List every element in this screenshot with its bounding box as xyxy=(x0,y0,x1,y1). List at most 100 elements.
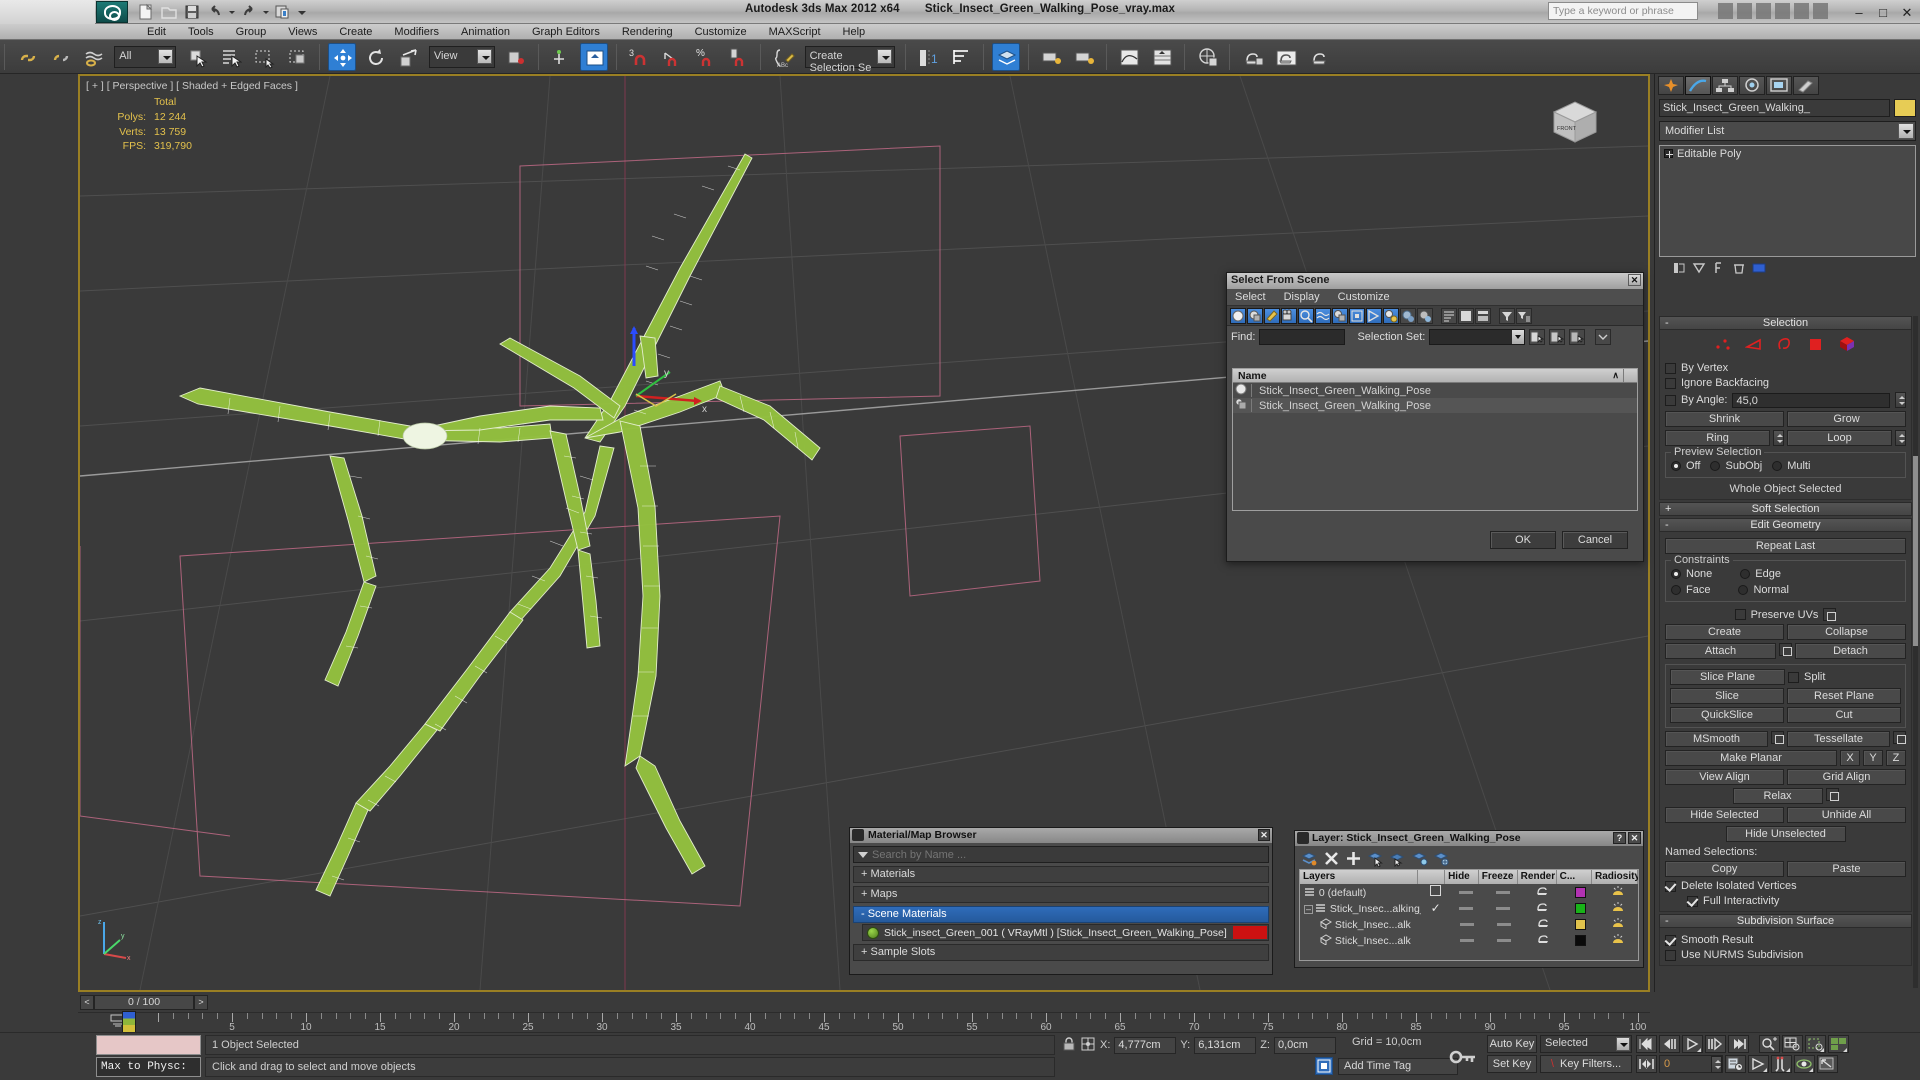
dope-sheet-icon[interactable] xyxy=(1148,43,1176,71)
tab-motion[interactable] xyxy=(1739,76,1765,95)
current-frame-field[interactable]: 0 xyxy=(1659,1055,1723,1073)
msmooth-settings-icon[interactable] xyxy=(1771,731,1784,744)
sfs-menu-display[interactable]: Display xyxy=(1284,291,1320,303)
checkbox-delete-isolated-vertices[interactable]: Delete Isolated Vertices xyxy=(1665,880,1906,892)
layer-column-render[interactable]: Render xyxy=(1518,870,1557,884)
absolute-relative-toggle-icon[interactable] xyxy=(1080,1036,1096,1055)
help-icon[interactable] xyxy=(1794,3,1809,19)
grid-align-button[interactable]: Grid Align xyxy=(1787,769,1906,785)
msmooth-button[interactable]: MSmooth xyxy=(1665,731,1768,747)
chevron-down-icon[interactable] xyxy=(1616,1037,1630,1051)
color-swatch[interactable] xyxy=(1575,934,1587,946)
remove-selection-set-icon[interactable] xyxy=(1549,329,1566,345)
list-types-icon[interactable] xyxy=(1441,307,1457,324)
radio-dot[interactable] xyxy=(1738,585,1749,595)
layer-hide-cell[interactable] xyxy=(1449,918,1483,930)
relax-button[interactable]: Relax xyxy=(1732,788,1823,804)
prev-frame-button[interactable]: < xyxy=(80,995,94,1010)
y-field[interactable]: 6,131cm xyxy=(1194,1036,1257,1054)
selection-lock-indicator[interactable] xyxy=(96,1035,201,1055)
checkbox-use-nurms[interactable]: Use NURMS Subdivision xyxy=(1665,949,1906,961)
select-objects-in-layer-icon[interactable] xyxy=(1367,850,1384,868)
time-configuration-icon[interactable] xyxy=(1725,1055,1746,1073)
time-tag-icon[interactable] xyxy=(1315,1057,1333,1075)
scene-object-list[interactable]: Name ∧ Stick_Insect_Green_Walking_Pose St… xyxy=(1232,368,1638,511)
select-by-name-icon[interactable] xyxy=(216,43,244,71)
menu-item-tools[interactable]: Tools xyxy=(177,24,225,40)
layer-manager-icon[interactable] xyxy=(991,43,1020,71)
time-slider-handle[interactable] xyxy=(122,1011,136,1033)
expand-icon[interactable]: – xyxy=(1304,904,1313,914)
material-map-browser[interactable]: Material/Map Browser ✕ + Materials + Map… xyxy=(849,827,1273,975)
layer-radiosity-cell[interactable] xyxy=(1597,933,1638,948)
viewcube[interactable]: FRONT xyxy=(1544,94,1606,148)
layer-radiosity-cell[interactable] xyxy=(1597,901,1638,916)
select-and-rotate-icon[interactable] xyxy=(361,43,389,71)
group-maps[interactable]: + Maps xyxy=(853,886,1269,903)
select-and-move-icon[interactable] xyxy=(327,43,356,71)
layer-active-toggle[interactable]: ✓ xyxy=(1421,901,1448,915)
attach-button[interactable]: Attach xyxy=(1665,643,1776,659)
radio-preview-multi[interactable]: Multi xyxy=(1772,460,1810,472)
checkbox-box[interactable] xyxy=(1734,609,1746,620)
find-input[interactable] xyxy=(1259,329,1346,345)
workspace-icon[interactable] xyxy=(1718,3,1733,19)
layer-row[interactable]: – Stick_Insec...alking_ ✓ xyxy=(1300,900,1638,916)
maximize-button[interactable]: □ xyxy=(1876,5,1890,21)
render-production-icon[interactable] xyxy=(1272,43,1300,71)
edit-named-selection-sets-icon[interactable]: ABc xyxy=(770,43,798,71)
zoom-extents-icon[interactable] xyxy=(1805,1035,1826,1053)
select-object-icon[interactable] xyxy=(183,43,211,71)
ring-button[interactable]: Ring xyxy=(1665,430,1770,446)
radio-dot[interactable] xyxy=(1671,461,1681,471)
chevron-down-icon[interactable] xyxy=(876,49,892,64)
radio-preview-off[interactable]: Off xyxy=(1671,460,1700,472)
color-swatch[interactable] xyxy=(1574,902,1586,914)
modifier-stack[interactable]: Editable Poly xyxy=(1659,145,1916,257)
loop-button[interactable]: Loop xyxy=(1787,430,1892,446)
percent-snap-toggle-icon[interactable]: % xyxy=(691,43,719,71)
display-space-warps-icon[interactable] xyxy=(1315,307,1331,324)
by-angle-value[interactable]: 45,0 xyxy=(1732,392,1890,408)
configure-modifier-sets-icon[interactable] xyxy=(1751,260,1767,276)
checkbox-full-interactivity[interactable]: Full Interactivity xyxy=(1665,895,1906,907)
angle-snap-toggle-icon[interactable] xyxy=(658,43,686,71)
display-helpers-icon[interactable] xyxy=(1298,307,1314,324)
close-icon[interactable]: ✕ xyxy=(1628,832,1641,844)
layer-row[interactable]: 0 (default) xyxy=(1300,884,1638,900)
layer-settings-icon[interactable] xyxy=(1433,850,1450,867)
show-end-result-icon[interactable] xyxy=(1691,260,1707,276)
close-icon[interactable]: ✕ xyxy=(1258,829,1270,841)
layer-hide-cell[interactable] xyxy=(1449,934,1483,946)
layer-title-bar[interactable]: Layer: Stick_Insect_Green_Walking_Pose ?… xyxy=(1295,831,1643,846)
use-pivot-point-center-icon[interactable] xyxy=(502,43,530,71)
next-frame-button[interactable] xyxy=(1705,1035,1726,1053)
sign-in-icon[interactable] xyxy=(1737,3,1752,19)
checkbox-box[interactable] xyxy=(1665,362,1676,374)
layer-radiosity-cell[interactable] xyxy=(1597,917,1638,932)
go-to-end-button[interactable] xyxy=(1728,1035,1749,1053)
menu-item-edit[interactable]: Edit xyxy=(136,24,177,40)
group-materials[interactable]: + Materials xyxy=(853,866,1269,883)
reference-coordinate-combo[interactable]: View xyxy=(428,46,495,68)
create-selection-set-icon[interactable] xyxy=(1529,329,1546,345)
auto-key-button[interactable]: Auto Key xyxy=(1487,1035,1537,1053)
z-field[interactable]: 0,0cm xyxy=(1273,1036,1336,1054)
render-frame-window-icon[interactable] xyxy=(1239,43,1267,71)
mirror-icon[interactable]: 1 xyxy=(914,43,942,71)
select-from-scene-dialog[interactable]: Select From Scene ✕ Select Display Customi… xyxy=(1226,272,1644,562)
slice-button[interactable]: Slice xyxy=(1670,688,1784,704)
stack-item-editable-poly[interactable]: Editable Poly xyxy=(1660,146,1915,161)
selection-filter-combo[interactable]: All xyxy=(114,46,177,68)
menu-item-help[interactable]: Help xyxy=(832,24,877,40)
render-iterative-icon[interactable] xyxy=(1305,43,1333,71)
checkbox-box[interactable] xyxy=(1788,671,1799,683)
checkbox-split[interactable]: Split xyxy=(1788,671,1901,683)
select-and-scale-icon[interactable] xyxy=(394,43,422,71)
radio-constraint-edge[interactable]: Edge xyxy=(1740,568,1781,580)
curve-editor-icon[interactable] xyxy=(1115,43,1143,71)
exchange-icon[interactable] xyxy=(1756,3,1771,19)
radio-dot[interactable] xyxy=(1740,569,1751,579)
checkbox-preserve-uvs[interactable]: Preserve UVs xyxy=(1665,608,1906,621)
sub-object-edge-icon[interactable] xyxy=(1744,336,1763,355)
